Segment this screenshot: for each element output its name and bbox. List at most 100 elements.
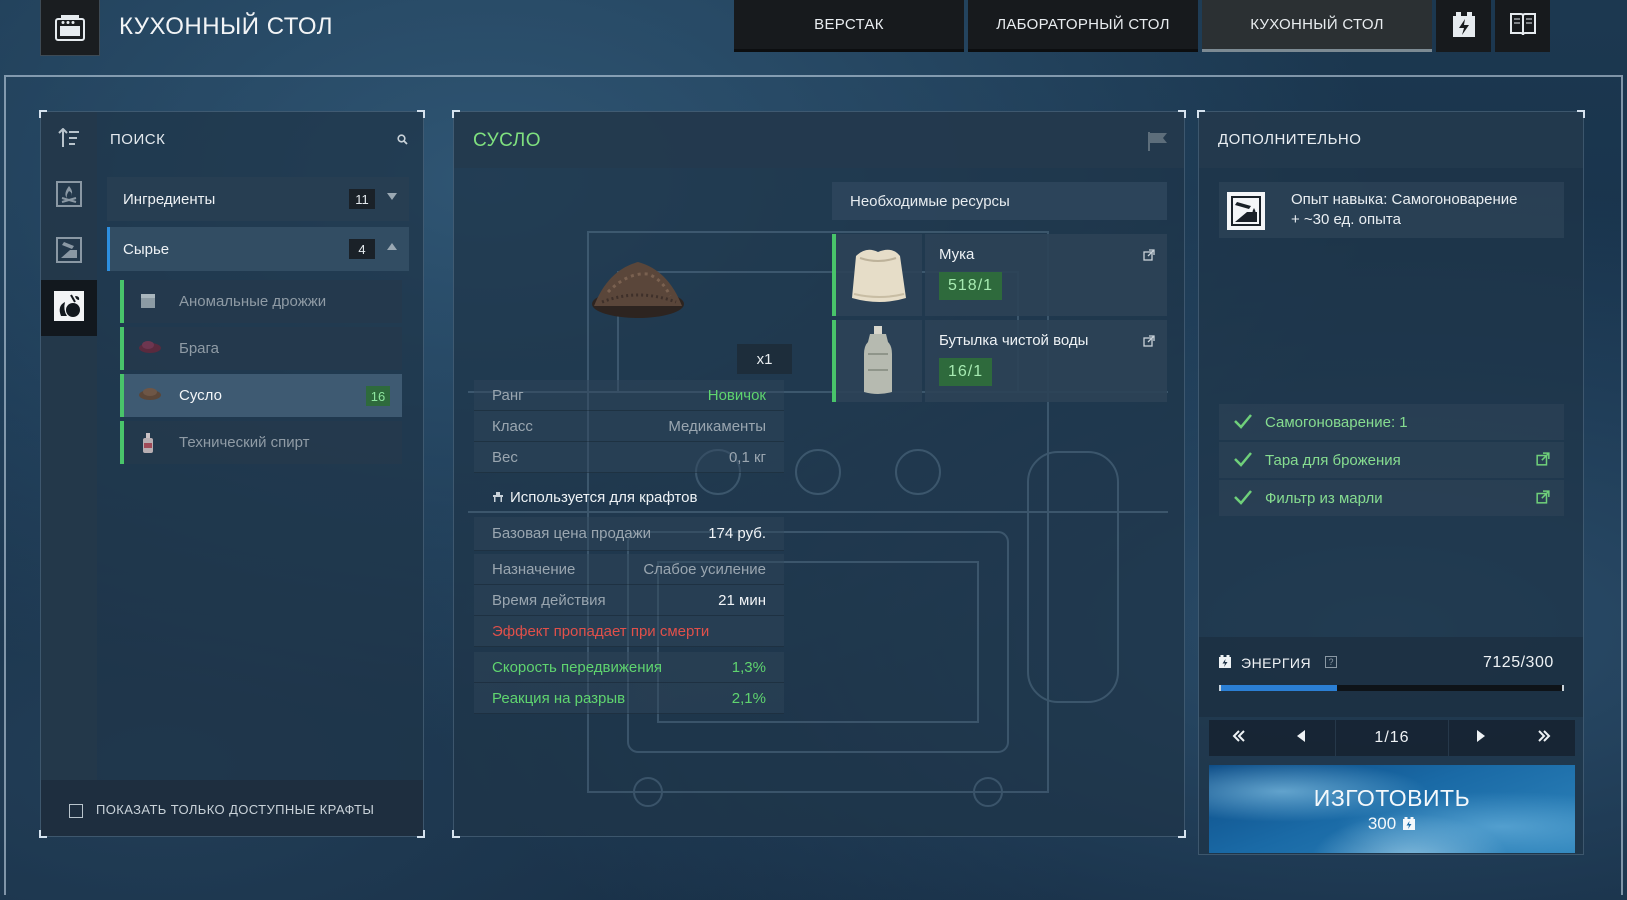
tab-kitchen-table[interactable]: КУХОННЫЙ СТОЛ	[1202, 0, 1432, 52]
resource-image-box	[832, 320, 922, 402]
first-page-button[interactable]	[1209, 720, 1269, 756]
stat-value: Слабое усиление	[643, 560, 766, 578]
rail-kitchen-category[interactable]	[41, 280, 97, 336]
external-link-icon[interactable]	[1143, 334, 1155, 352]
braga-icon	[138, 338, 162, 358]
tab-lab-table[interactable]: ЛАБОРАТОРНЫЙ СТОЛ	[968, 0, 1198, 52]
death-warning-row: Эффект пропадает при смерти	[474, 616, 784, 647]
list-item-technical-spirit[interactable]: Технический спирт	[120, 421, 402, 464]
energy-progress-fill	[1221, 685, 1337, 691]
used-for-crafts-row[interactable]: Используется для крафтов	[474, 482, 697, 512]
requirement-skill-level: Самогоноварение: 1	[1219, 404, 1564, 440]
wort-pile-image	[592, 262, 684, 318]
energy-shop-button[interactable]	[1436, 0, 1491, 52]
flask-pour-icon	[56, 236, 82, 268]
stat-weight: Вес 0,1 кг	[474, 442, 784, 473]
requirement-label: Самогоноварение: 1	[1265, 413, 1408, 431]
wort-icon	[138, 385, 162, 405]
list-item-anomalous-yeast[interactable]: Аномальные дрожжи	[120, 280, 402, 323]
skill-xp-amount: + ~30 ед. опыта	[1291, 211, 1401, 228]
effect-movement-speed: Скорость передвижения 1,3%	[474, 652, 784, 683]
skill-xp-title: Опыт навыка: Самогоноварение	[1291, 191, 1518, 208]
category-rail	[41, 112, 97, 780]
page-indicator: 1/16	[1335, 720, 1449, 756]
only-available-label: ПОКАЗАТЬ ТОЛЬКО ДОСТУПНЫЕ КРАФТЫ	[96, 802, 375, 817]
stat-purpose: Назначение Слабое усиление	[474, 554, 784, 585]
category-label: Сырье	[123, 240, 170, 258]
battery-icon	[1451, 10, 1477, 43]
only-available-checkbox[interactable]	[69, 804, 83, 818]
book-icon	[1509, 11, 1537, 42]
available-count-badge: 16	[366, 386, 390, 406]
death-warning: Эффект пропадает при смерти	[492, 622, 710, 640]
skill-xp-box: Опыт навыка: Самогоноварение + ~30 ед. о…	[1219, 182, 1564, 238]
sort-button[interactable]	[41, 112, 97, 168]
list-item-label: Технический спирт	[179, 434, 310, 451]
stat-value: 21 мин	[718, 591, 766, 609]
resources-header: Необходимые ресурсы	[832, 182, 1167, 220]
search-input[interactable]: ПОИСК	[110, 131, 165, 148]
rail-lab-category[interactable]	[41, 224, 97, 280]
resource-name: Мука	[939, 246, 975, 263]
extra-header: ДОПОЛНИТЕЛЬНО	[1199, 112, 1583, 168]
journal-button[interactable]	[1495, 0, 1550, 52]
check-icon	[1233, 489, 1253, 509]
effect-rupture-reaction: Реакция на разрыв 2,1%	[474, 683, 784, 714]
list-item-label: Аномальные дрожжи	[179, 293, 327, 310]
requirement-fermentation-container: Тара для брожения	[1219, 442, 1564, 478]
category-raw-materials[interactable]: Сырье 4	[107, 227, 409, 271]
external-link-icon[interactable]	[1143, 248, 1155, 266]
stat-value: Медикаменты	[668, 417, 766, 435]
extra-info-panel: ДОПОЛНИТЕЛЬНО Опыт навыка: Самогоноварен…	[1197, 110, 1585, 855]
help-icon[interactable]: ?	[1325, 656, 1337, 668]
tab-label: КУХОННЫЙ СТОЛ	[1250, 16, 1384, 33]
craft-cost: 300	[1367, 813, 1397, 833]
effect-value: 2,1%	[731, 689, 766, 707]
chevron-down-icon	[387, 193, 397, 200]
check-icon	[1233, 451, 1253, 471]
energy-value: 7125/300	[1483, 654, 1554, 671]
food-icon	[53, 290, 85, 327]
next-page-button[interactable]	[1451, 720, 1511, 756]
stat-label: Класс	[492, 417, 533, 435]
category-count: 11	[349, 189, 375, 209]
last-page-button[interactable]	[1514, 720, 1574, 756]
energy-label: ЭНЕРГИЯ	[1241, 655, 1312, 671]
search-icon[interactable]	[397, 132, 408, 150]
external-link-icon[interactable]	[1536, 452, 1550, 470]
stat-value: 0,1 кг	[728, 448, 766, 466]
list-item-label: Сусло	[179, 387, 222, 404]
distilling-skill-icon	[1227, 192, 1265, 230]
resource-flour: Мука 518/1	[832, 234, 1167, 316]
effect-label: Скорость передвижения	[492, 658, 663, 676]
requirement-gauze-filter: Фильтр из марли	[1219, 480, 1564, 516]
list-item-braga[interactable]: Брага	[120, 327, 402, 370]
stat-label: Вес	[492, 448, 518, 466]
list-item-suslo[interactable]: Сусло 16	[120, 374, 402, 417]
requirement-label: Фильтр из марли	[1265, 489, 1383, 507]
used-for-label: Используется для крафтов	[510, 488, 698, 506]
resource-info: Мука 518/1	[925, 234, 1167, 316]
prev-page-button[interactable]	[1271, 720, 1331, 756]
double-chevron-right-icon	[1537, 729, 1551, 747]
stat-label: Базовая цена продажи	[492, 525, 652, 542]
recipe-header: СУСЛО	[454, 112, 1184, 168]
bottle-icon	[138, 432, 162, 453]
flag-icon[interactable]	[1147, 131, 1169, 156]
battery-icon	[1218, 654, 1232, 674]
external-link-icon[interactable]	[1536, 490, 1550, 508]
craft-button[interactable]: ИЗГОТОВИТЬ 300	[1209, 765, 1575, 853]
check-icon	[1233, 413, 1253, 433]
resource-info: Бутылка чистой воды 16/1	[925, 320, 1167, 402]
tab-workbench[interactable]: ВЕРСТАК	[734, 0, 964, 52]
recipe-pager: 1/16	[1209, 720, 1575, 756]
sort-icon	[58, 127, 80, 153]
category-label: Ингредиенты	[123, 190, 216, 208]
effect-value: 1,3%	[731, 658, 766, 676]
category-count: 4	[349, 239, 375, 259]
craft-quantity: x1	[737, 344, 792, 374]
rail-fire-category[interactable]	[41, 168, 97, 224]
battery-icon	[1402, 816, 1416, 831]
category-ingredients[interactable]: Ингредиенты 11	[107, 177, 409, 221]
stat-value: 174 руб.	[708, 525, 766, 542]
